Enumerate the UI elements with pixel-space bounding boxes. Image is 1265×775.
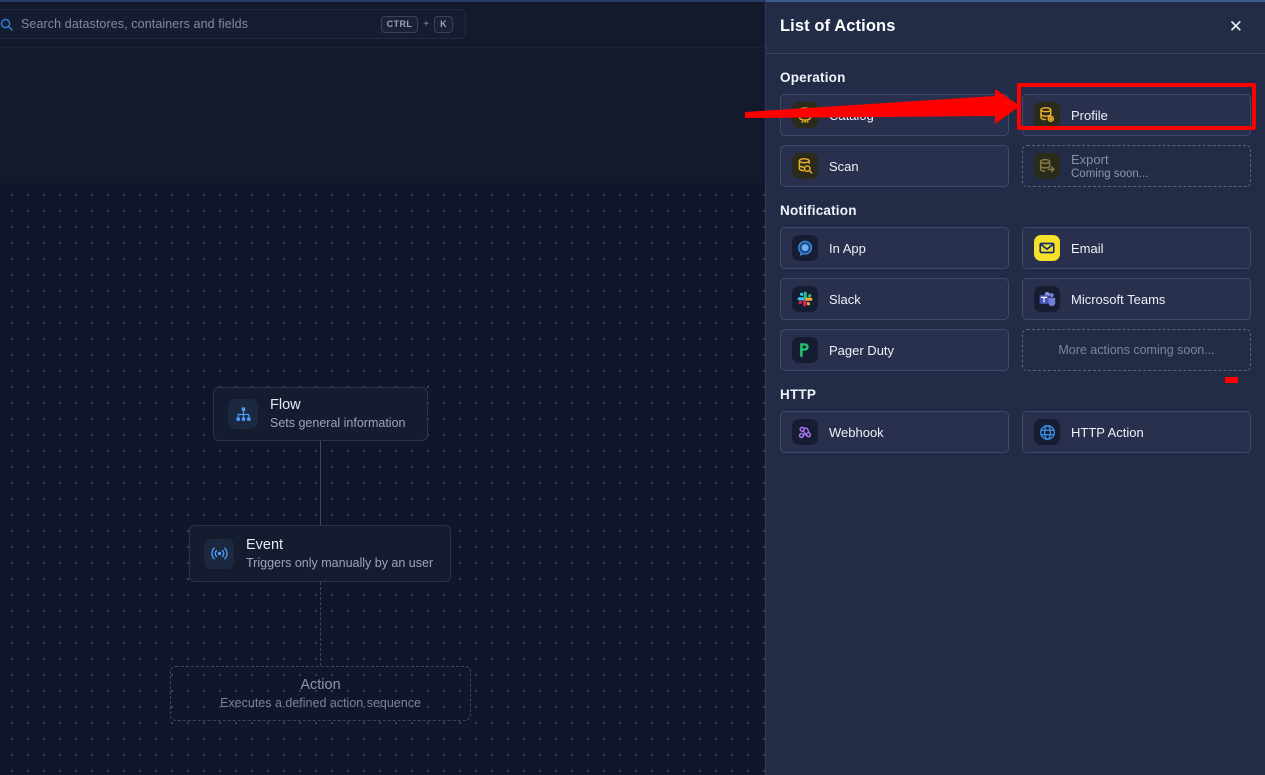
flow-canvas-area: Flow Sets general information Event Trig… (0, 0, 765, 775)
database-profile-icon (1034, 102, 1060, 128)
webhook-text: Webhook (829, 425, 884, 440)
action-card-scan[interactable]: Scan (780, 145, 1009, 187)
kbd-ctrl: CTRL (380, 15, 419, 33)
profile-label: Profile (1071, 107, 1108, 123)
catalog-text: Catalog (829, 108, 874, 123)
microsoft-teams-text: Microsoft Teams (1071, 292, 1165, 307)
section-title-http: HTTP (780, 387, 817, 402)
more-actions-text: More actions coming soon... (1058, 343, 1214, 358)
email-text: Email (1071, 241, 1104, 256)
catalog-label: Catalog (829, 107, 874, 123)
broadcast-icon (204, 538, 234, 569)
webhook-icon (792, 419, 818, 445)
action-card-more-coming-soon: More actions coming soon... (1022, 329, 1251, 371)
scan-text: Scan (829, 159, 859, 174)
section-notification: Notification In App Email Slack Microsof… (780, 203, 1251, 371)
database-export-icon (1034, 153, 1060, 179)
http-action-text: HTTP Action (1071, 425, 1144, 440)
top-bar: Search datastores, containers and fields… (0, 0, 765, 48)
flow-node-text: Flow Sets general information (270, 397, 406, 431)
scan-label: Scan (829, 158, 859, 174)
notification-card-grid: In App Email Slack Microsoft Teams Pager… (780, 227, 1251, 371)
profile-text: Profile (1071, 108, 1108, 123)
app-root: Flow Sets general information Event Trig… (0, 0, 1265, 775)
connector-flow-event (320, 441, 321, 525)
panel-title: List of Actions (780, 17, 896, 35)
kbd-k: K (434, 15, 453, 33)
export-sublabel: Coming soon... (1071, 167, 1149, 180)
section-title-operation: Operation (780, 70, 846, 85)
http-action-label: HTTP Action (1071, 424, 1144, 440)
global-search-bar[interactable]: Search datastores, containers and fields… (0, 9, 466, 39)
webhook-label: Webhook (829, 424, 884, 440)
export-text: Export Coming soon... (1071, 152, 1148, 181)
database-scan-icon (792, 153, 818, 179)
email-label: Email (1071, 240, 1104, 256)
flow-node-subtitle: Sets general information (270, 416, 406, 430)
annotation-red-marker (1225, 377, 1238, 383)
flow-node-flow[interactable]: Flow Sets general information (213, 387, 428, 441)
search-shortcut: CTRL + K (380, 15, 453, 33)
connector-event-action (320, 582, 321, 666)
slack-icon (792, 286, 818, 312)
globe-icon (1034, 419, 1060, 445)
section-http: HTTP Webhook HTTP Action (780, 387, 1251, 453)
slack-text: Slack (829, 292, 861, 307)
microsoft-teams-icon (1034, 286, 1060, 312)
flow-node-title: Flow (270, 397, 301, 413)
sitemap-icon (228, 399, 258, 429)
flow-node-event[interactable]: Event Triggers only manually by an user (189, 525, 451, 582)
event-node-subtitle: Triggers only manually by an user (246, 555, 434, 570)
event-node-text: Event Triggers only manually by an user (246, 537, 433, 571)
action-card-pager-duty[interactable]: Pager Duty (780, 329, 1009, 371)
pager-duty-text: Pager Duty (829, 343, 894, 358)
flow-node-action-placeholder[interactable]: Action Executes a defined action sequenc… (170, 666, 471, 721)
action-card-profile[interactable]: Profile (1022, 94, 1251, 136)
search-icon (0, 15, 15, 33)
action-node-subtitle: Executes a defined action sequence (220, 695, 421, 710)
pager-duty-label: Pager Duty (829, 342, 895, 358)
list-of-actions-panel: List of Actions ✕ Operation Catalog Prof… (765, 0, 1265, 775)
action-card-http-action[interactable]: HTTP Action (1022, 411, 1251, 453)
action-card-microsoft-teams[interactable]: Microsoft Teams (1022, 278, 1251, 320)
action-card-export: Export Coming soon... (1022, 145, 1251, 187)
close-icon[interactable]: ✕ (1229, 18, 1243, 35)
event-node-title: Event (246, 536, 284, 553)
microsoft-teams-label: Microsoft Teams (1071, 291, 1166, 307)
http-card-grid: Webhook HTTP Action (780, 411, 1251, 453)
slack-label: Slack (829, 291, 861, 307)
section-operation: Operation Catalog Profile Scan Export Co… (780, 70, 1251, 187)
action-node-text: Action Executes a defined action sequenc… (220, 677, 421, 711)
email-icon (1034, 235, 1060, 261)
search-input-placeholder[interactable]: Search datastores, containers and fields (21, 17, 381, 31)
operation-card-grid: Catalog Profile Scan Export Coming soon.… (780, 94, 1251, 187)
action-node-title: Action (300, 676, 341, 693)
action-card-in-app[interactable]: In App (780, 227, 1009, 269)
in-app-text: In App (829, 241, 866, 256)
in-app-label: In App (829, 240, 866, 256)
action-card-email[interactable]: Email (1022, 227, 1251, 269)
topbar-accent-line (0, 0, 765, 2)
database-catalog-icon (792, 102, 818, 128)
in-app-bell-icon (792, 235, 818, 261)
pagerduty-icon (792, 337, 818, 363)
panel-body: Operation Catalog Profile Scan Export Co… (766, 54, 1265, 453)
action-card-webhook[interactable]: Webhook (780, 411, 1009, 453)
action-card-catalog[interactable]: Catalog (780, 94, 1009, 136)
section-title-notification: Notification (780, 203, 857, 218)
export-label: Export (1071, 151, 1109, 167)
action-card-slack[interactable]: Slack (780, 278, 1009, 320)
panel-header: List of Actions ✕ (766, 0, 1265, 54)
kbd-plus: + (423, 18, 430, 30)
canvas-upper-blank (0, 48, 765, 183)
more-actions-label: More actions coming soon... (1058, 342, 1215, 357)
panel-accent-line (766, 0, 1265, 2)
